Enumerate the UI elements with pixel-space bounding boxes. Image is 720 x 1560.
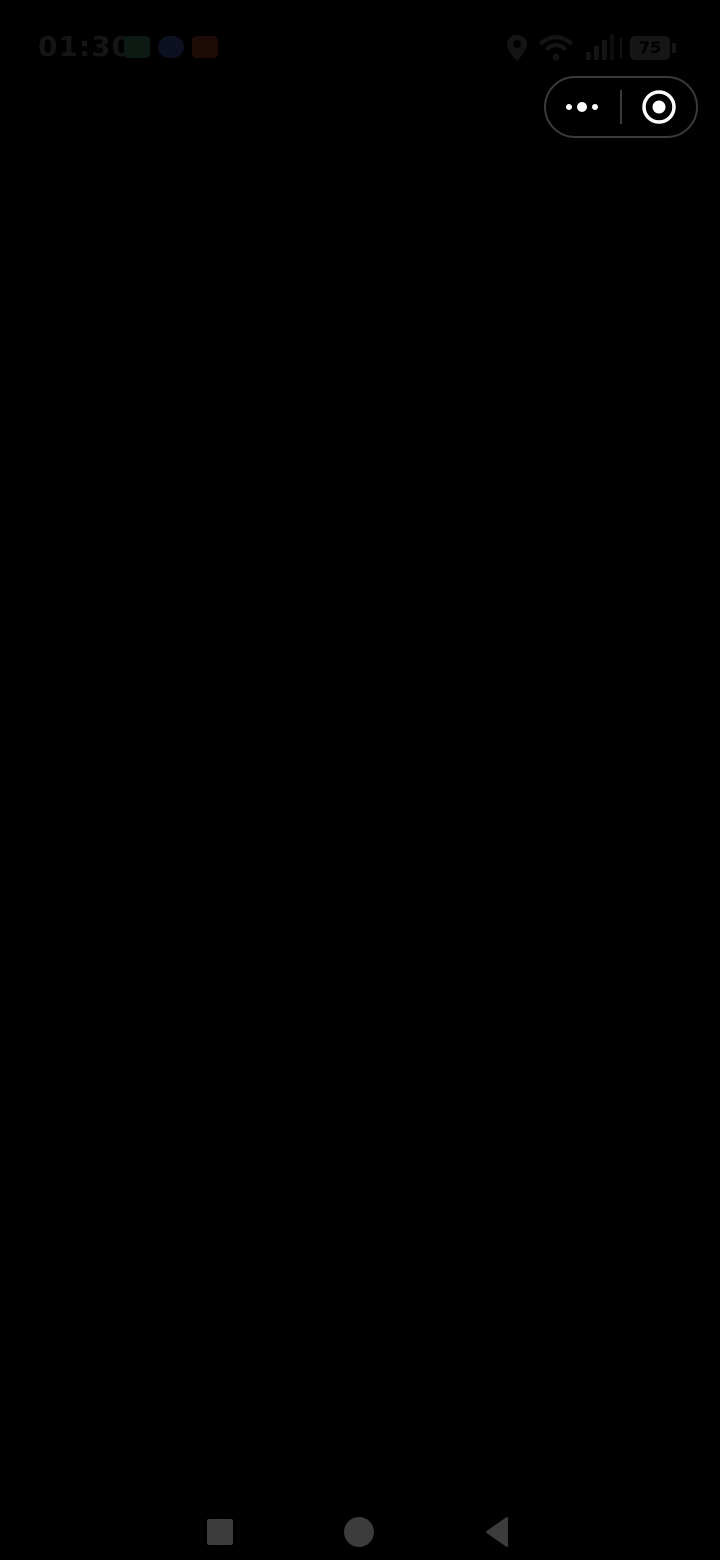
square-icon	[207, 1519, 233, 1545]
recent-apps-button[interactable]	[200, 1514, 240, 1550]
more-dots-icon	[566, 102, 598, 112]
back-button[interactable]	[477, 1514, 517, 1550]
wifi-icon	[538, 34, 574, 67]
app-notification-icon	[192, 36, 218, 58]
battery-tip	[672, 43, 676, 53]
close-target-icon	[642, 90, 676, 124]
home-button[interactable]	[339, 1514, 379, 1550]
more-button[interactable]	[546, 78, 620, 136]
signal-icon	[582, 34, 614, 67]
triangle-back-icon	[486, 1517, 508, 1547]
circle-icon	[344, 1517, 374, 1547]
close-button[interactable]	[622, 78, 696, 136]
message-notification-icon	[158, 36, 184, 58]
location-icon	[506, 34, 528, 67]
status-separator	[620, 38, 622, 58]
navigation-bar	[0, 1500, 720, 1560]
mini-program-capsule	[544, 76, 698, 138]
app-notification-icon	[124, 36, 150, 58]
content-area	[0, 150, 720, 1480]
battery-indicator: 75	[630, 36, 670, 60]
screen: 01:30 75	[0, 0, 720, 1560]
status-time: 01:30	[38, 30, 133, 63]
